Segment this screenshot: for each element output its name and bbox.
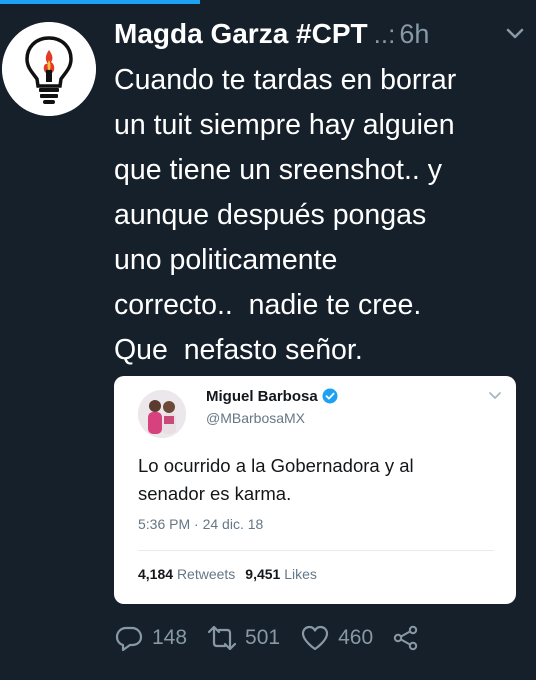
tweet-text-line: que tiene un sreenshot.. y	[114, 154, 442, 186]
like-button[interactable]: 460	[300, 623, 373, 653]
quoted-avatar[interactable]	[138, 390, 186, 438]
like-count[interactable]: 9,451	[245, 566, 280, 582]
people-photo-icon	[138, 390, 186, 438]
tab-indicator	[0, 0, 200, 4]
quoted-stats: 4,184 Retweets 9,451 Likes	[138, 566, 317, 582]
quoted-timestamp[interactable]: 5:36 PM · 24 dic. 18	[138, 516, 263, 532]
reply-icon	[115, 626, 143, 652]
like-action-count: 460	[338, 626, 374, 649]
retweet-label[interactable]: Retweets	[177, 566, 235, 582]
quoted-author-name-text: Miguel Barbosa	[206, 388, 318, 405]
share-icon	[393, 625, 418, 651]
retweet-count[interactable]: 4,184	[138, 566, 173, 582]
retweet-button[interactable]: 501	[207, 623, 280, 653]
tweet-text-line: Cuando te tardas en borrar	[114, 64, 457, 96]
quoted-text: Lo ocurrido a la Gobernadora y al senado…	[138, 452, 498, 508]
quoted-text-line: senador es karma.	[138, 483, 292, 504]
chevron-down-icon[interactable]	[488, 388, 502, 402]
avatar[interactable]	[2, 22, 96, 116]
tweet-text-line: Que nefasto señor.	[114, 334, 363, 366]
reply-button[interactable]: 148	[114, 623, 187, 653]
author-name[interactable]: Magda Garza #CPT	[114, 18, 368, 50]
chevron-down-icon[interactable]	[504, 22, 526, 44]
quoted-text-line: Lo ocurrido a la Gobernadora y al	[138, 455, 414, 476]
reply-count: 148	[152, 626, 188, 649]
like-label[interactable]: Likes	[284, 566, 317, 582]
retweet-icon	[207, 625, 237, 651]
tweet-text-line: un tuit siempre hay alguien	[114, 109, 455, 141]
tweet-text: Cuando te tardas en borrar un tuit siemp…	[114, 58, 530, 373]
quoted-author-name[interactable]: Miguel Barbosa	[206, 388, 338, 405]
tweet-header: Magda Garza #CPT ..: 6h	[114, 14, 526, 54]
retweet-action-count: 501	[245, 626, 281, 649]
verified-badge-icon	[322, 388, 338, 404]
quoted-tweet-card[interactable]: Miguel Barbosa @MBarbosaMX Lo ocurrido a…	[114, 376, 516, 604]
lightbulb-icon	[2, 22, 96, 116]
tweet-actions: 148 501 460	[114, 620, 514, 656]
name-truncation: ..:	[373, 18, 396, 49]
heart-icon	[301, 625, 329, 651]
divider	[138, 550, 494, 551]
share-button[interactable]	[393, 625, 419, 651]
tweet-text-line: correcto.. nadie te cree.	[114, 289, 422, 321]
tweet-text-line: uno politicamente	[114, 244, 338, 276]
quoted-handle[interactable]: @MBarbosaMX	[206, 410, 305, 426]
tweet-time[interactable]: 6h	[399, 19, 429, 50]
tweet-text-line: aunque después pongas	[114, 199, 427, 231]
